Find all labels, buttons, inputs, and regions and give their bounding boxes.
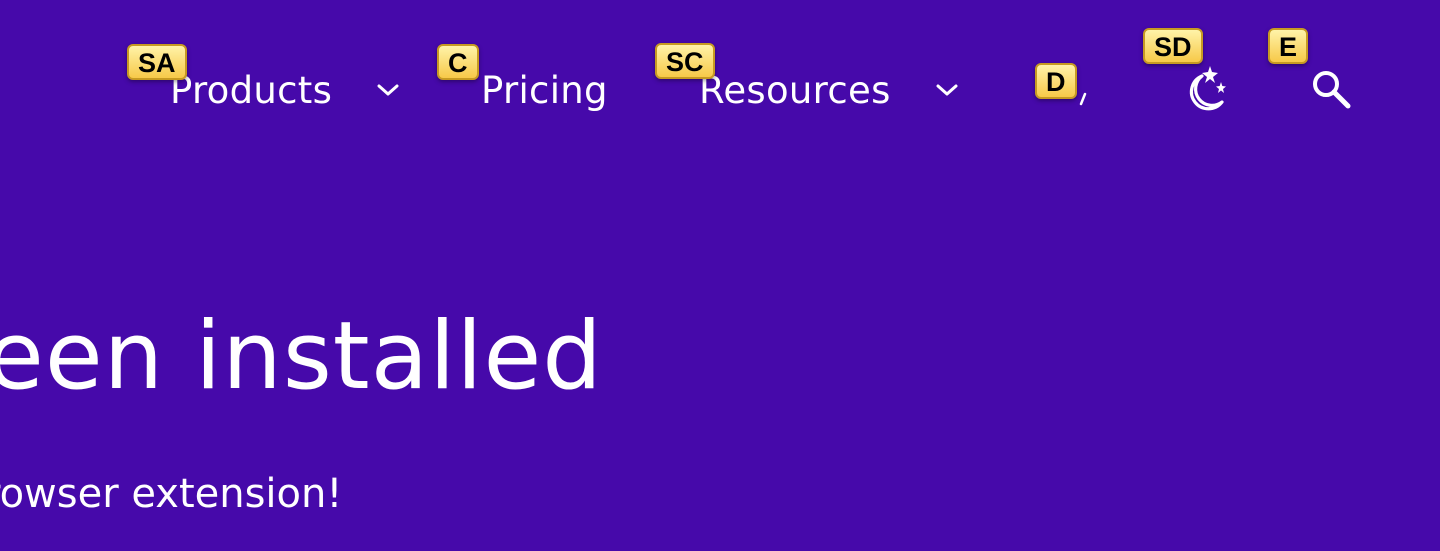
chevron-down-icon [377, 84, 399, 96]
hero-subline: rowser extension! [0, 471, 343, 517]
chevron-down-icon [936, 84, 958, 96]
nav-resources-label: Resources [699, 68, 891, 112]
keyboard-hint-badge: D [1035, 63, 1077, 99]
nav-products-label: Products [170, 68, 333, 112]
nav-resources[interactable]: Resources [699, 66, 959, 114]
hero-headline: een installed [0, 302, 603, 411]
keyboard-hint-badge: E [1268, 28, 1309, 64]
keyboard-hint-badge: SA [127, 44, 187, 80]
keyboard-hint-badge: SD [1143, 28, 1203, 64]
keyboard-hint-badge: SC [655, 43, 715, 79]
search-icon[interactable] [1310, 68, 1354, 112]
nav-pricing-label: Pricing [481, 68, 608, 112]
nav-pricing[interactable]: Pricing [481, 66, 608, 114]
nav-products[interactable]: Products [170, 66, 400, 114]
moon-stars-icon[interactable] [1180, 62, 1230, 114]
keyboard-hint-badge: C [437, 44, 479, 80]
